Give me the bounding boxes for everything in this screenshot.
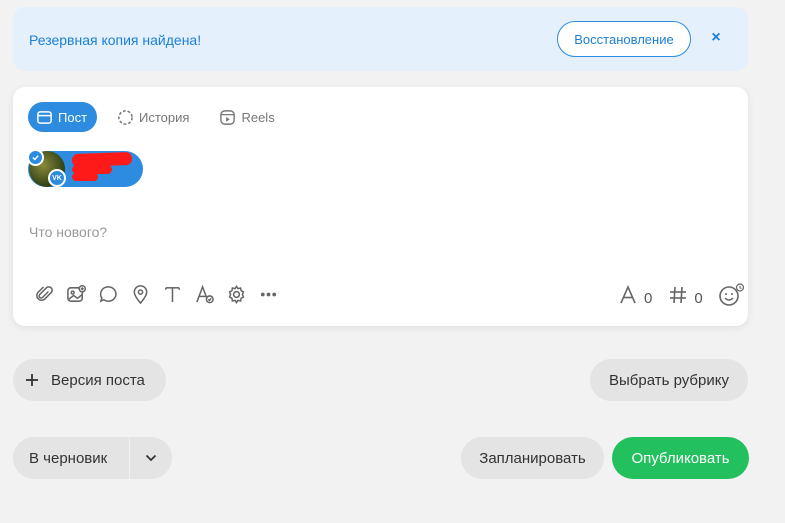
publish-button[interactable]: Опубликовать — [612, 437, 749, 479]
editor-toolbar — [33, 283, 280, 306]
character-count-icon — [618, 285, 638, 311]
check-icon — [27, 149, 44, 166]
tab-post-label: Пост — [58, 109, 88, 125]
tab-post[interactable]: Пост — [28, 102, 98, 132]
post-text-input[interactable]: Что нового? — [29, 224, 107, 240]
choose-rubric-button[interactable]: Выбрать рубрику — [590, 359, 748, 401]
backup-banner: Резервная копия найдена! Восстановление … — [13, 7, 748, 71]
add-post-version-button[interactable]: Версия поста — [13, 359, 166, 401]
redacted-account-name — [72, 173, 98, 181]
more-icon[interactable] — [257, 283, 280, 306]
backup-found-message: Резервная копия найдена! — [29, 32, 202, 48]
post-counters: 0 0 — [618, 283, 745, 313]
hashtag-icon — [668, 285, 688, 311]
post-editor-card: Пост История Reels VK Что нового? 0 0 — [13, 87, 748, 326]
font-style-icon[interactable] — [193, 283, 216, 306]
comment-icon[interactable] — [97, 283, 120, 306]
tab-reels[interactable]: Reels — [211, 102, 284, 132]
save-draft-button[interactable]: В черновик — [13, 450, 129, 467]
schedule-button[interactable]: Запланировать — [461, 437, 604, 479]
close-banner-icon[interactable]: × — [707, 29, 725, 47]
media-icon[interactable] — [65, 283, 88, 306]
post-type-tabs: Пост История Reels — [28, 102, 285, 132]
emoji-icon[interactable] — [718, 283, 745, 313]
restore-button[interactable]: Восстановление — [557, 21, 691, 57]
vk-icon: VK — [48, 169, 66, 187]
tab-reels-label: Reels — [241, 109, 275, 125]
settings-icon[interactable] — [225, 283, 248, 306]
tab-story-label: История — [139, 109, 190, 125]
version-label: Версия поста — [51, 371, 145, 389]
story-icon — [118, 109, 133, 125]
tab-story[interactable]: История — [109, 102, 199, 132]
post-icon — [37, 110, 52, 124]
attach-icon[interactable] — [33, 283, 56, 306]
hashtag-count: 0 — [694, 289, 703, 307]
save-draft-group: В черновик — [13, 437, 172, 479]
account-selector[interactable]: VK — [27, 149, 143, 187]
location-icon[interactable] — [129, 283, 152, 306]
plus-icon — [26, 374, 38, 386]
text-icon[interactable] — [161, 283, 184, 306]
character-count: 0 — [644, 289, 653, 307]
reels-icon — [220, 109, 236, 125]
chevron-down-icon[interactable] — [130, 454, 172, 462]
